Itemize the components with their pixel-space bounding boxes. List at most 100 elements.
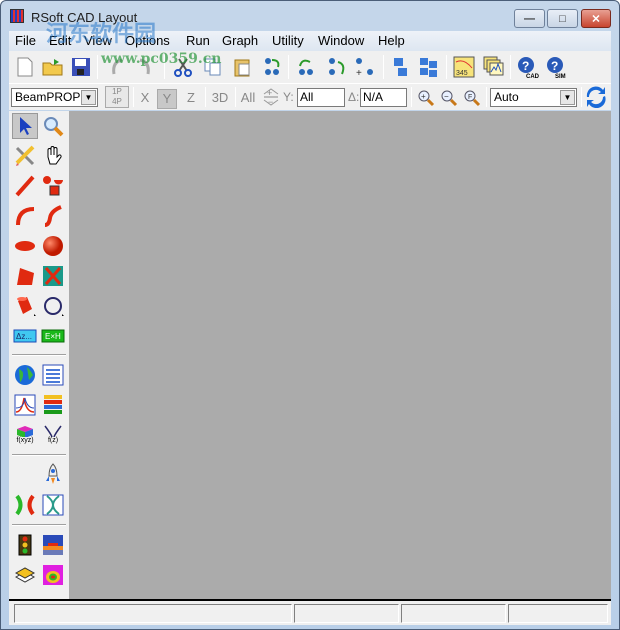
open-folder-icon [42, 59, 63, 76]
axis-y-button[interactable]: Y [157, 89, 177, 109]
ungroup-left-button[interactable] [295, 55, 319, 79]
simulator-select[interactable]: BeamPROP ▼ [11, 88, 98, 107]
toolbar-separator [133, 87, 134, 107]
delta-z-icon: Δz... [13, 329, 37, 343]
index-profile-button[interactable] [40, 532, 66, 558]
fz-taper-icon [44, 425, 62, 437]
cut-button[interactable] [171, 55, 195, 79]
view-results-button[interactable] [482, 55, 506, 79]
pan-tool-button[interactable] [40, 143, 66, 169]
select-tool-button[interactable] [12, 113, 38, 139]
zoom-fit-button[interactable]: F [460, 86, 484, 110]
delta-value-field[interactable]: N/A [360, 88, 407, 107]
copy-button[interactable] [201, 55, 225, 79]
refresh-icon [586, 86, 606, 108]
globe-button[interactable] [12, 362, 38, 388]
grating-button[interactable] [40, 492, 66, 518]
undo-button[interactable] [105, 55, 129, 79]
plot-graph-button[interactable]: 345 [452, 55, 476, 79]
palette-separator [12, 354, 66, 356]
s-bend-button[interactable] [40, 203, 66, 229]
spinner-updown-icon[interactable]: + − [263, 88, 279, 107]
zoom-out-button[interactable]: − [437, 86, 461, 110]
menu-window[interactable]: Window [318, 33, 364, 48]
zoom-in-icon: + [418, 90, 435, 107]
paste-clipboard-icon [234, 59, 250, 77]
pane-toggle-button[interactable]: 1P 4P [105, 86, 129, 108]
menu-graph[interactable]: Graph [222, 33, 258, 48]
help-sim-button[interactable]: ? SIM [545, 55, 569, 79]
status-panel-main [14, 604, 292, 623]
help-cad-button[interactable]: ? CAD [516, 55, 540, 79]
menu-utility[interactable]: Utility [272, 33, 304, 48]
add-component-button[interactable]: + [353, 55, 377, 79]
layer-stack-icon [44, 395, 62, 414]
fxyz-function-button[interactable]: f(xyz) [12, 422, 38, 448]
straight-waveguide-icon [15, 175, 35, 197]
cylinder-button[interactable] [12, 293, 38, 319]
index-profile-icon [43, 535, 63, 555]
fz-function-button[interactable]: f(z) [40, 422, 66, 448]
arrange-button[interactable] [417, 55, 441, 79]
zoom-in-button[interactable]: + [414, 86, 438, 110]
group-button[interactable] [261, 55, 285, 79]
straight-segment-button[interactable] [12, 173, 38, 199]
ring-button[interactable] [40, 293, 66, 319]
hourglass-region-button[interactable] [40, 263, 66, 289]
exh-button[interactable]: E×H [40, 323, 66, 349]
menu-file[interactable]: File [15, 33, 36, 48]
minimize-button[interactable]: — [514, 9, 545, 28]
axis-z-button[interactable]: Z [181, 89, 201, 109]
field-display-button[interactable] [40, 562, 66, 588]
help-cad-icon: ?CAD [518, 57, 540, 79]
layers-view-button[interactable] [12, 562, 38, 588]
close-button[interactable]: ✕ [581, 9, 611, 28]
zoom-mode-select[interactable]: Auto ▼ [490, 88, 577, 107]
new-file-button[interactable] [13, 55, 37, 79]
maximize-button[interactable]: □ [547, 9, 578, 28]
bring-front-button[interactable] [389, 55, 413, 79]
zoom-tool-button[interactable] [40, 113, 66, 139]
arc-segment-button[interactable] [12, 203, 38, 229]
menu-edit[interactable]: Edit [49, 33, 71, 48]
launch-simulation-button[interactable] [40, 462, 66, 488]
svg-text:−: − [444, 92, 449, 101]
traffic-light-button[interactable] [12, 532, 38, 558]
menu-options[interactable]: Options [125, 33, 170, 48]
pane-1p-label: 1P [112, 87, 122, 96]
axis-x-button[interactable]: X [135, 89, 155, 109]
zoom-out-icon: − [441, 90, 458, 107]
toolbar-separator [205, 87, 206, 107]
svg-text:F: F [468, 94, 472, 101]
svg-text:?: ? [522, 59, 529, 73]
fz-label: f(z) [47, 437, 59, 444]
coupler-button[interactable] [12, 492, 38, 518]
y-value-field[interactable]: All [297, 88, 345, 107]
polygon-button[interactable] [12, 263, 38, 289]
menu-view[interactable]: View [84, 33, 112, 48]
all-button[interactable]: All [238, 89, 258, 109]
open-file-button[interactable] [41, 55, 65, 79]
y-label: Y: [283, 90, 294, 104]
sphere-button[interactable] [40, 233, 66, 259]
edit-tools-button[interactable] [12, 143, 38, 169]
toolbar-separator [97, 55, 98, 79]
text-list-button[interactable] [40, 362, 66, 388]
delta-z-button[interactable]: Δz... [12, 323, 38, 349]
view-3d-button[interactable]: 3D [209, 89, 231, 109]
layout-canvas[interactable] [69, 111, 611, 599]
refresh-button[interactable] [584, 85, 608, 109]
sphere-icon [43, 236, 63, 256]
rocket-icon [46, 463, 60, 484]
layer-stack-button[interactable] [40, 392, 66, 418]
save-button[interactable] [69, 55, 93, 79]
multi-component-button[interactable] [40, 173, 66, 199]
paste-button[interactable] [231, 55, 255, 79]
text-list-icon [42, 364, 64, 386]
redo-button[interactable] [133, 55, 157, 79]
taper-lens-button[interactable] [12, 233, 38, 259]
menu-help[interactable]: Help [378, 33, 405, 48]
ungroup-right-button[interactable] [325, 55, 349, 79]
menu-run[interactable]: Run [186, 33, 210, 48]
mode-profile-button[interactable] [12, 392, 38, 418]
